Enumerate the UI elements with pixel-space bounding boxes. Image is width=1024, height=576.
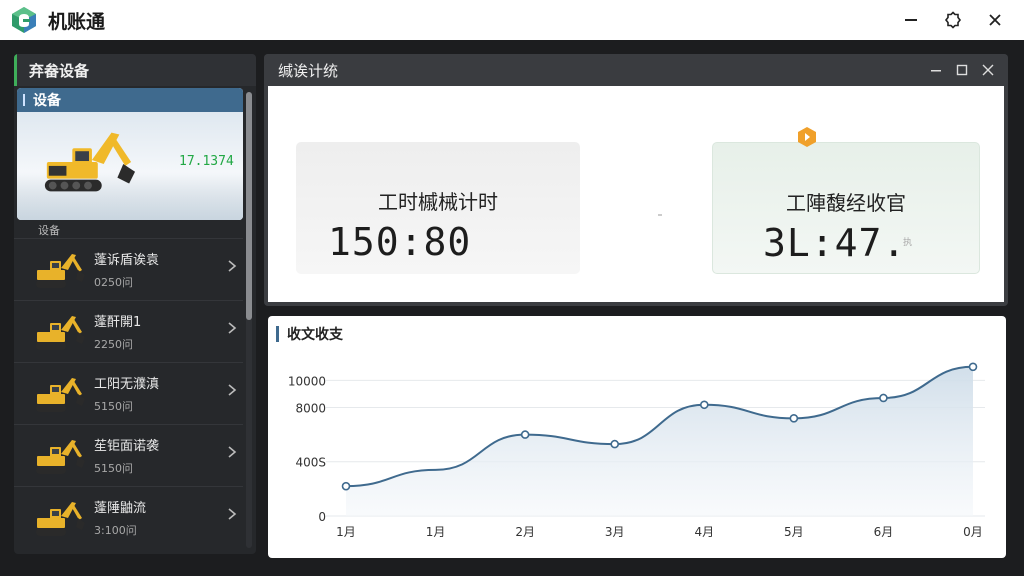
x-tick-label: 4月 bbox=[694, 525, 714, 539]
data-point bbox=[789, 414, 799, 423]
excavator-image bbox=[44, 132, 136, 192]
maximize-icon bbox=[956, 64, 968, 76]
title-bar: 机账通 bbox=[0, 0, 1024, 40]
chevron-right-icon bbox=[228, 446, 237, 458]
equipment-name: 蓬酐開1 bbox=[94, 315, 142, 330]
x-tick-label: 5月 bbox=[784, 525, 804, 539]
close-button[interactable] bbox=[980, 6, 1010, 34]
area-fill bbox=[346, 366, 973, 516]
equipment-list-item[interactable]: 苼钜面诺袭 5150问 bbox=[14, 424, 243, 486]
equipment-hours: 2250问 bbox=[94, 338, 133, 351]
finance-area-chart: 0 400S 8000 10000 1月 1月 2月 3月 4月 5月 6月 0月 bbox=[288, 362, 985, 539]
settings-button[interactable] bbox=[938, 6, 968, 34]
data-point bbox=[968, 362, 978, 372]
scrollbar-thumb[interactable] bbox=[246, 92, 252, 320]
data-point bbox=[699, 400, 709, 410]
x-tick-label: 1月 bbox=[336, 525, 356, 539]
warning-badge-icon bbox=[798, 127, 816, 147]
stats-window-title: 缄诶计统 bbox=[264, 54, 1008, 86]
app-logo-icon bbox=[12, 7, 36, 33]
settings-icon bbox=[944, 11, 962, 29]
machine-hours-value: 150:80 bbox=[328, 220, 472, 264]
equipment-panel-header: 弃畚设备 bbox=[14, 54, 256, 86]
income-value: 3L:47. bbox=[763, 221, 907, 265]
machine-hours-card: 工时槭械计时 150:80 bbox=[296, 142, 580, 274]
equipment-list-item[interactable]: 蓬酐開1 2250问 bbox=[14, 300, 243, 362]
stats-close-button[interactable] bbox=[978, 60, 998, 80]
x-tick-label: 6月 bbox=[874, 525, 894, 539]
equipment-list-item[interactable]: 蓬诉盾诶袁 0250问 bbox=[14, 238, 243, 300]
x-tick-label: 2月 bbox=[515, 525, 535, 539]
equipment-list-scrollbar[interactable] bbox=[246, 92, 252, 548]
equipment-list-item[interactable]: 蓬陲鼬流 3:100问 bbox=[14, 486, 243, 548]
data-point bbox=[610, 439, 620, 449]
income-card: 工陣馥经收官 3L:47. 执 bbox=[712, 142, 980, 274]
y-tick-label: 0 bbox=[318, 510, 326, 524]
y-tick-label: 10000 bbox=[288, 374, 326, 388]
equipment-name: 蓬诉盾诶袁 bbox=[94, 253, 160, 268]
data-point bbox=[341, 481, 351, 491]
equipment-hours: 0250问 bbox=[94, 276, 133, 289]
income-label: 工陣馥经收官 bbox=[786, 191, 906, 215]
equipment-section-label: 设备 bbox=[38, 224, 60, 237]
x-tick-label: 3月 bbox=[605, 525, 625, 539]
equipment-name: 工阳无濮滇 bbox=[94, 377, 160, 392]
chevron-right-icon bbox=[228, 322, 237, 334]
excavator-thumbnail bbox=[34, 496, 86, 540]
stats-minimize-button[interactable] bbox=[926, 60, 946, 80]
income-hint: 执 bbox=[903, 238, 913, 248]
equipment-name: 苼钜面诺袭 bbox=[94, 439, 160, 454]
excavator-thumbnail bbox=[34, 434, 86, 478]
featured-card-value: 17.1374 bbox=[179, 154, 234, 169]
equipment-name: 蓬陲鼬流 bbox=[94, 501, 147, 516]
x-tick-label: 0月 bbox=[963, 525, 983, 539]
equipment-list: 蓬诉盾诶袁 0250问 蓬酐開1 2250问 工阳无濮滇 5150问 苼钜面诺袭 5150问蓬… bbox=[14, 238, 243, 548]
data-point bbox=[879, 393, 888, 403]
featured-card-label: 设备 bbox=[33, 93, 61, 109]
minimize-icon bbox=[905, 19, 917, 21]
chart-title: 收文收支 bbox=[287, 327, 343, 343]
data-point bbox=[520, 430, 530, 439]
equipment-hours: 5150问 bbox=[94, 400, 133, 413]
equipment-panel: 弃畚设备 设备 17.1374 设备 蓬诉盾诶袁0250问蓬酐開12250 bbox=[14, 54, 256, 554]
equipment-hours: 5150问 bbox=[94, 462, 133, 475]
machine-hours-label: 工时槭械计时 bbox=[378, 190, 498, 214]
close-icon bbox=[989, 14, 1001, 26]
stats-maximize-button[interactable] bbox=[952, 60, 972, 80]
excavator-thumbnail bbox=[34, 372, 86, 416]
y-tick-label: 8000 bbox=[295, 401, 326, 415]
equipment-hours: 3:100问 bbox=[94, 524, 137, 537]
excavator-thumbnail bbox=[34, 248, 86, 292]
featured-equipment-card[interactable]: 设备 17.1374 bbox=[17, 88, 243, 220]
close-icon bbox=[982, 64, 994, 76]
minimize-icon bbox=[931, 70, 941, 72]
finance-chart-panel: 0 400S 8000 10000 1月 1月 2月 3月 4月 5月 6月 0月 收文收支 bbox=[268, 316, 1006, 558]
chevron-right-icon bbox=[228, 260, 237, 272]
minimize-button[interactable] bbox=[896, 6, 926, 34]
x-tick-label: 1月 bbox=[426, 525, 446, 539]
excavator-thumbnail bbox=[34, 310, 86, 354]
y-tick-label: 400S bbox=[295, 456, 326, 470]
featured-card-header: 设备 bbox=[17, 88, 243, 112]
chevron-right-icon bbox=[228, 384, 237, 396]
equipment-list-item[interactable]: 工阳无濮滇 5150问 bbox=[14, 362, 243, 424]
chevron-right-icon bbox=[228, 508, 237, 520]
stats-window: 缄诶计统 工时槭械计时 150:80 工陣馥经收官 3L:47. 执 bbox=[264, 54, 1008, 306]
app-title: 机账通 bbox=[48, 10, 106, 33]
